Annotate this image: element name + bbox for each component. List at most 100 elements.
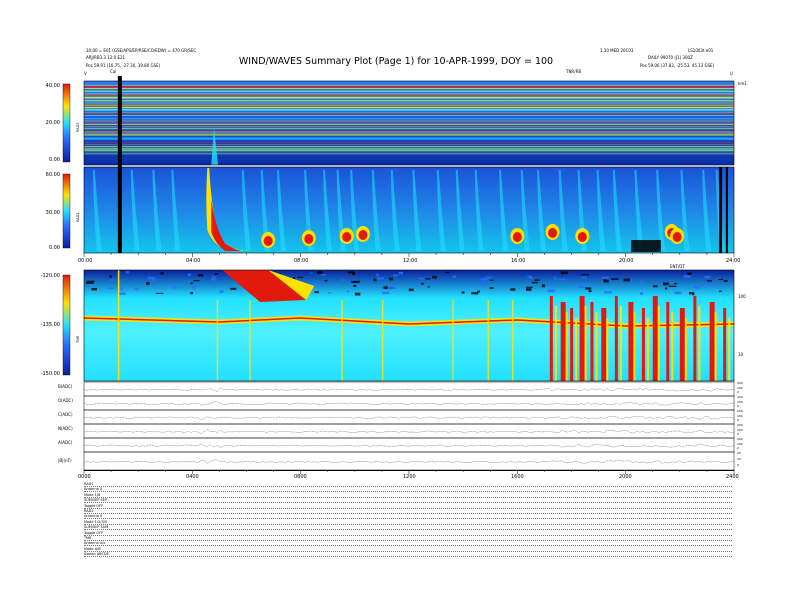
tnr-noise — [547, 289, 556, 293]
tnr-noise — [373, 278, 377, 282]
rad2-stripe — [84, 85, 734, 86]
rad2-stripe — [84, 124, 734, 125]
rad2-stripe — [84, 87, 734, 89]
rad2-stripe — [84, 97, 734, 99]
tnr-red-bar — [614, 296, 618, 381]
line-right-tick: 100 — [737, 385, 743, 390]
tnr-yellow-bar — [633, 312, 636, 381]
tnr-vline — [216, 300, 219, 381]
bottom-xtick-2: 0800 — [294, 474, 307, 480]
rad2-stripe — [84, 107, 734, 109]
tnr-vline — [487, 300, 490, 381]
tnr-noise — [479, 282, 486, 286]
tnr-noise — [674, 282, 677, 285]
tnr-noise — [663, 282, 669, 286]
tnr-noise — [585, 287, 592, 290]
tnr-noise — [392, 274, 399, 277]
summary-plot — [62, 76, 735, 474]
bottom-xtick-0: 0000 — [78, 474, 91, 480]
tnr-ylabel: TNR — [76, 335, 80, 343]
tnr-noise — [317, 271, 323, 274]
tnr-noise — [541, 284, 545, 288]
tnr-vline — [249, 300, 251, 381]
tnr-noise — [211, 276, 216, 279]
tnr-red-bar — [679, 308, 685, 381]
tnr-noise — [425, 278, 431, 280]
tnr-noise — [376, 277, 385, 280]
tnr-noise — [151, 279, 158, 281]
tnr-yellow-bar — [606, 318, 609, 381]
tnr-noise — [192, 286, 196, 289]
tnr-noise — [383, 286, 388, 290]
line-right-tick: 20 — [737, 451, 741, 455]
tnr-ytick-mid: -135.00 — [40, 322, 60, 328]
line-right-tick: 200 — [737, 395, 743, 399]
tnr-vline — [511, 300, 514, 381]
tnr-noise — [674, 291, 682, 295]
tnr-red-bar — [641, 308, 645, 381]
tnr-noise — [107, 287, 114, 290]
rad2-stripe — [84, 100, 734, 101]
rad1-patch-core — [577, 232, 587, 242]
bottom-xtick-6: 2400 — [726, 474, 739, 480]
rad1-xtick-1: 04:00 — [186, 258, 201, 264]
tnr-noise — [340, 279, 345, 281]
tnr-noise — [381, 291, 390, 295]
tnr-noise — [461, 291, 465, 294]
rad1-colorbar — [62, 173, 71, 249]
info-dotline — [84, 534, 732, 536]
rad2-stripe — [84, 102, 734, 104]
line-panel-frame — [83, 437, 735, 453]
rad2-colorbar — [62, 83, 71, 163]
line-panel-frame — [83, 451, 735, 471]
tnr-yellow-bar — [554, 306, 557, 381]
tnr-noise — [653, 285, 658, 288]
tnr-noise — [700, 282, 707, 284]
tnr-noise — [601, 276, 609, 280]
tnr-noise — [527, 275, 532, 279]
rad2-stripe — [84, 112, 734, 113]
tnr-noise — [490, 279, 494, 281]
rad1-ytick-top: 60.00 — [45, 172, 60, 178]
bottom-xtick-5: 2000 — [619, 474, 632, 480]
line-right-tick: 200 — [737, 409, 743, 413]
tnr-noise — [639, 280, 645, 283]
cal-bar — [117, 76, 122, 253]
tnr-noise — [109, 275, 112, 278]
line-right-tick: 0 — [737, 463, 739, 467]
tnr-yellow-bar — [575, 318, 578, 381]
tnr-yellow-bar — [698, 306, 701, 381]
rad2-stripe — [84, 132, 734, 134]
rad2-stripe — [84, 86, 734, 88]
tnr-noise — [588, 290, 592, 293]
tnr-noise — [346, 290, 349, 293]
tnr-noise — [86, 280, 95, 283]
tnr-noise — [190, 292, 194, 295]
tnr-ytick-top: -120.00 — [40, 273, 60, 279]
tnr-red-bar — [693, 296, 697, 381]
tnr-red-bar — [570, 308, 574, 381]
info-dotline — [84, 507, 732, 509]
info-dotline — [84, 513, 732, 514]
tnr-ytick-bot: -150.00 — [40, 371, 60, 377]
tnr-noise — [320, 283, 324, 287]
info-dotline — [84, 540, 732, 541]
rad1-xtick-5: 20:00 — [619, 258, 634, 264]
tnr-noise — [211, 278, 215, 282]
rad2-stripe — [84, 105, 734, 107]
tnr-noise — [160, 272, 164, 275]
tnr-noise — [354, 292, 361, 296]
tnr-noise — [427, 286, 430, 288]
tnr-yellow-bar — [619, 306, 622, 381]
tnr-noise — [134, 287, 140, 291]
tnr-noise — [432, 275, 437, 279]
tnr-noise — [297, 276, 304, 278]
info-dotline — [84, 545, 732, 547]
series-label-5: |B|(nT) — [58, 458, 72, 463]
series-label-2: C(ADC) — [58, 412, 73, 417]
tnr-red-bar — [723, 308, 727, 381]
info-dotline — [84, 529, 732, 531]
tnr-noise — [717, 278, 724, 280]
tnr-noise — [489, 287, 494, 289]
tnr-noise — [704, 275, 711, 279]
